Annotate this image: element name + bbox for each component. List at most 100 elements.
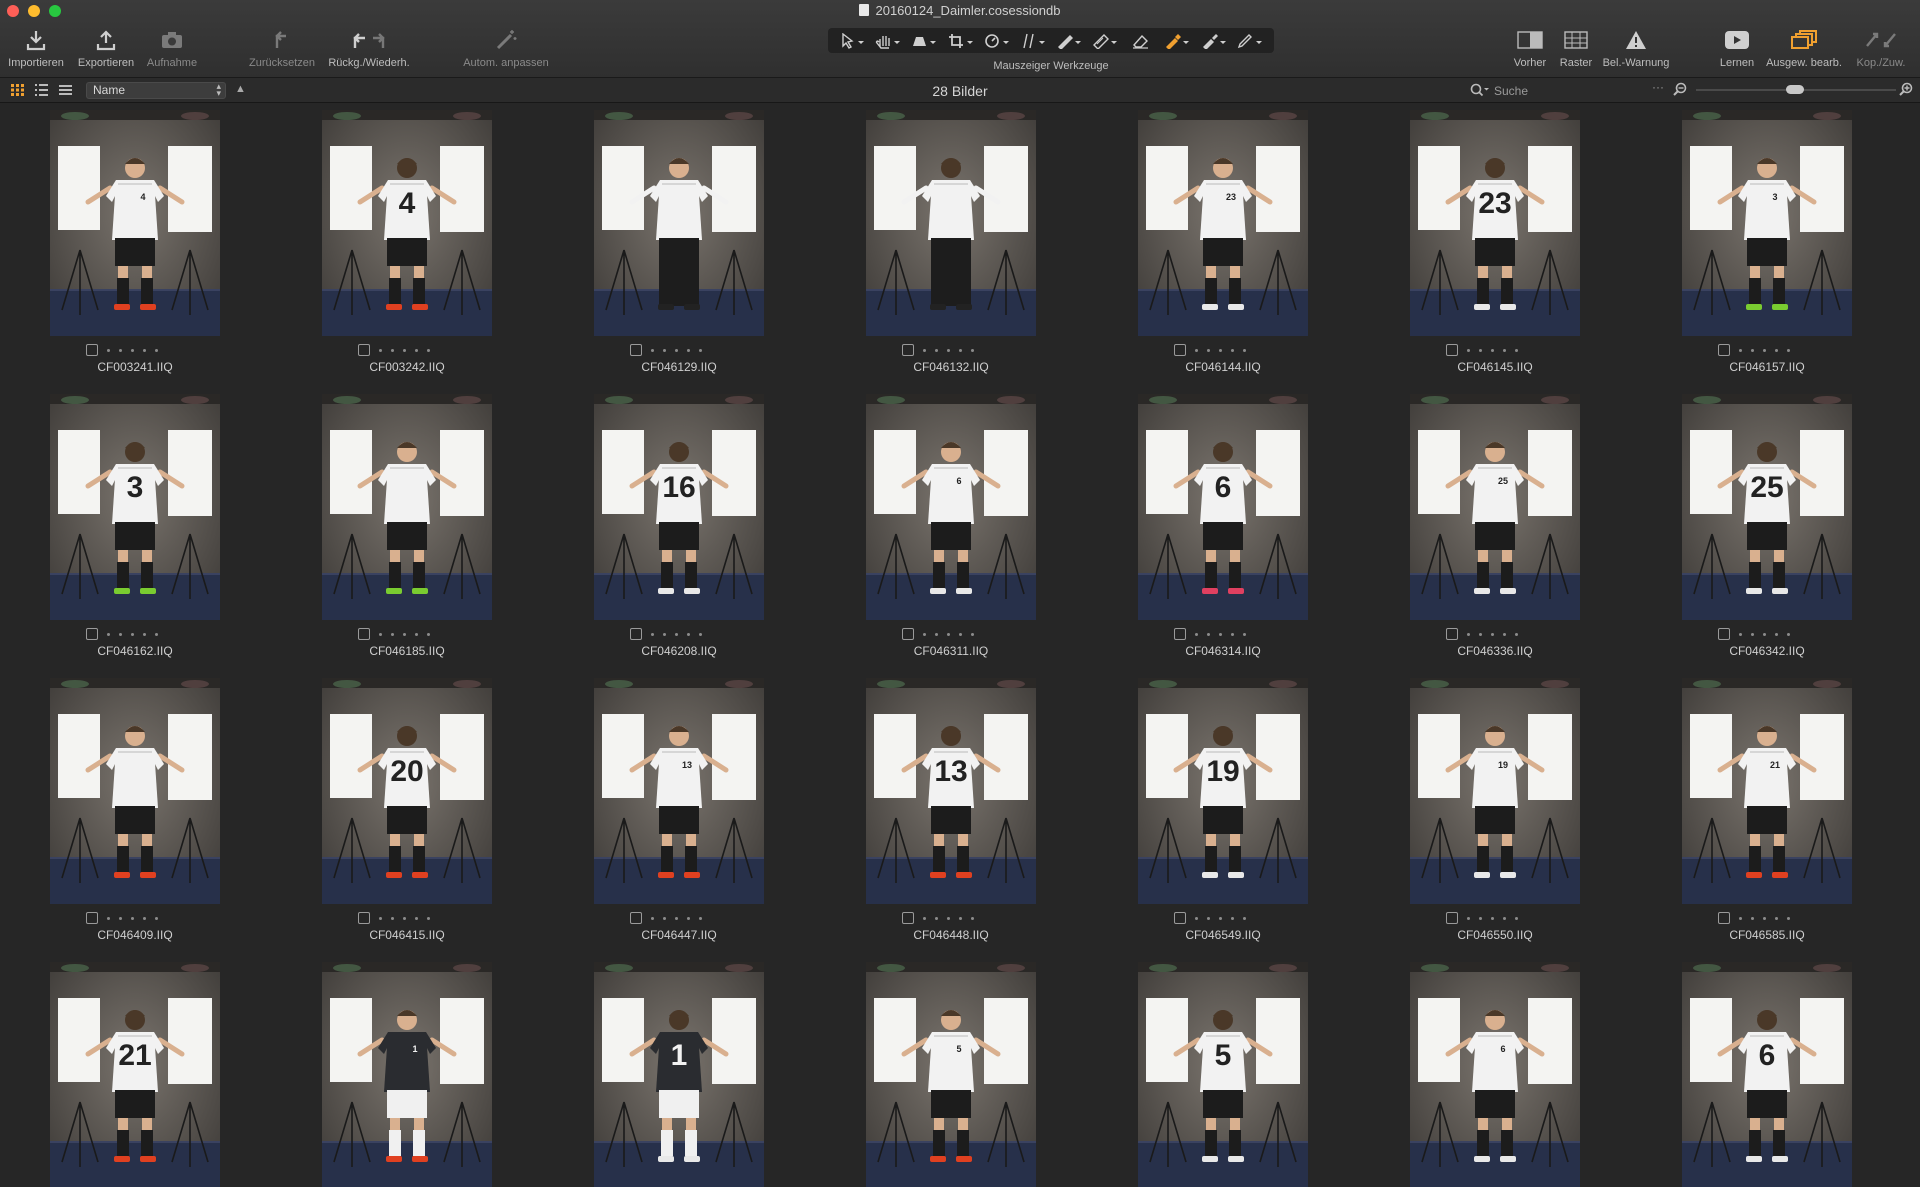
vertical-scrollbar[interactable] (1910, 104, 1920, 1187)
color-tag-checkbox[interactable] (1174, 344, 1186, 356)
thumbnail-cell[interactable]: 21 (0, 956, 272, 1187)
thumbnail-cell[interactable]: 4 CF003242.IIQ (272, 104, 544, 388)
reset-button[interactable]: Zurücksetzen (244, 26, 320, 69)
thumbnail-image[interactable]: 3 (1682, 110, 1852, 336)
rating-star-dot[interactable] (391, 632, 394, 636)
rating-star-dot[interactable] (947, 632, 950, 636)
rating-star-dot[interactable] (699, 632, 702, 636)
rating-star-dot[interactable] (959, 348, 962, 352)
rating-star-dot[interactable] (651, 348, 654, 352)
annotation-tool[interactable] (1235, 31, 1265, 51)
capture-button[interactable]: Aufnahme (144, 26, 200, 69)
color-tag-checkbox[interactable] (1446, 628, 1458, 640)
rating-star-dot[interactable] (107, 348, 110, 352)
thumbnail-image[interactable]: 19 (1138, 678, 1308, 904)
color-tag-checkbox[interactable] (86, 628, 98, 640)
rating-star-dot[interactable] (699, 916, 702, 920)
rating-star-dot[interactable] (131, 632, 134, 636)
rating-star-dot[interactable] (971, 632, 974, 636)
rating-star-dot[interactable] (971, 916, 974, 920)
color-tag-checkbox[interactable] (86, 344, 98, 356)
color-tag-checkbox[interactable] (358, 912, 370, 924)
thumbnail-cell[interactable]: 25 CF046342.IIQ (1632, 388, 1904, 672)
thumbnail-image[interactable]: 23 (1138, 110, 1308, 336)
rating-star-dot[interactable] (947, 916, 950, 920)
rating-star-dot[interactable] (1219, 916, 1222, 920)
rating-star-dot[interactable] (687, 632, 690, 636)
thumbnail-cell[interactable]: CF046132.IIQ (816, 104, 1088, 388)
rating-star-dot[interactable] (1491, 632, 1494, 636)
thumbnail-cell[interactable]: 21 CF046585.IIQ (1632, 672, 1904, 956)
rating-star-dot[interactable] (971, 348, 974, 352)
rating-star-dot[interactable] (119, 632, 122, 636)
rating-star-dot[interactable] (143, 632, 146, 636)
rating-star-dot[interactable] (1243, 916, 1246, 920)
thumbnail-cell[interactable]: CF046129.IIQ (544, 104, 816, 388)
rating-star-dot[interactable] (1491, 916, 1494, 920)
rating-star-dot[interactable] (1775, 916, 1778, 920)
rating-star-dot[interactable] (1219, 632, 1222, 636)
rating-star-dot[interactable] (687, 916, 690, 920)
rating-star-dot[interactable] (1739, 632, 1742, 636)
rating-star-dot[interactable] (923, 348, 926, 352)
thumbnail-image[interactable]: 25 (1682, 394, 1852, 620)
rating-star-dot[interactable] (675, 632, 678, 636)
rating-star-dot[interactable] (1195, 632, 1198, 636)
thumbnail-cell[interactable]: 16 CF046208.IIQ (544, 388, 816, 672)
thumbnail-image[interactable]: 19 (1410, 678, 1580, 904)
rating-star-dot[interactable] (427, 632, 430, 636)
rating-star-dot[interactable] (1787, 916, 1790, 920)
undo-redo-button[interactable]: Rückg./Wiederh. (326, 26, 412, 69)
thumbnail-cell[interactable]: CF046185.IIQ (272, 388, 544, 672)
rating-star-dot[interactable] (119, 916, 122, 920)
thumbnail-cell[interactable]: 19 CF046549.IIQ (1088, 672, 1360, 956)
rating-star-dot[interactable] (379, 348, 382, 352)
zoom-out-icon[interactable] (1672, 82, 1688, 98)
color-tag-checkbox[interactable] (1446, 912, 1458, 924)
thumbnail-image[interactable]: 13 (594, 678, 764, 904)
rating-star-dot[interactable] (675, 916, 678, 920)
rating-star-dot[interactable] (663, 348, 666, 352)
rating-star-dot[interactable] (155, 916, 158, 920)
rating-star-dot[interactable] (1207, 916, 1210, 920)
thumbnail-cell[interactable]: CF046409.IIQ (0, 672, 272, 956)
thumbnail-image[interactable]: 5 (1138, 962, 1308, 1187)
thumbnail-cell[interactable]: 13 CF046448.IIQ (816, 672, 1088, 956)
search-input[interactable] (1494, 82, 1644, 99)
thumbnail-cell[interactable]: 20 CF046415.IIQ (272, 672, 544, 956)
rating-star-dot[interactable] (1479, 632, 1482, 636)
thumbnail-image[interactable]: 5 (866, 962, 1036, 1187)
thumbnail-cell[interactable]: 6 (1360, 956, 1632, 1187)
rating-star-dot[interactable] (415, 632, 418, 636)
thumbnail-cell[interactable]: 6 CF046314.IIQ (1088, 388, 1360, 672)
rating-star-dot[interactable] (1503, 632, 1506, 636)
import-button[interactable]: Importieren (6, 26, 66, 69)
rating-star-dot[interactable] (131, 348, 134, 352)
rating-star-dot[interactable] (935, 348, 938, 352)
thumbnail-cell[interactable]: 23 CF046144.IIQ (1088, 104, 1360, 388)
thumbnail-cell[interactable]: 1 (544, 956, 816, 1187)
thumbnail-image[interactable]: 4 (50, 110, 220, 336)
rating-star-dot[interactable] (1207, 348, 1210, 352)
color-tag-checkbox[interactable] (1718, 628, 1730, 640)
thumbnail-size-knob[interactable] (1786, 85, 1804, 94)
mask-brush-tool[interactable] (1054, 31, 1084, 51)
rating-star-dot[interactable] (403, 348, 406, 352)
rating-star-dot[interactable] (1479, 916, 1482, 920)
rating-star-dot[interactable] (379, 916, 382, 920)
rating-star-dot[interactable] (699, 348, 702, 352)
rating-star-dot[interactable] (959, 632, 962, 636)
rating-star-dot[interactable] (923, 916, 926, 920)
learn-button[interactable]: Lernen (1714, 26, 1760, 69)
rating-star-dot[interactable] (427, 916, 430, 920)
rating-star-dot[interactable] (1243, 348, 1246, 352)
thumbnail-image[interactable]: 4 (322, 110, 492, 336)
rotate-tool[interactable] (982, 31, 1012, 51)
thumbnail-image[interactable]: 21 (1682, 678, 1852, 904)
rating-star-dot[interactable] (391, 916, 394, 920)
rating-star-dot[interactable] (1503, 916, 1506, 920)
thumbnail-cell[interactable]: 3 CF046157.IIQ (1632, 104, 1904, 388)
rating-star-dot[interactable] (1787, 348, 1790, 352)
rating-star-dot[interactable] (923, 632, 926, 636)
thumbnail-image[interactable]: 16 (594, 394, 764, 620)
